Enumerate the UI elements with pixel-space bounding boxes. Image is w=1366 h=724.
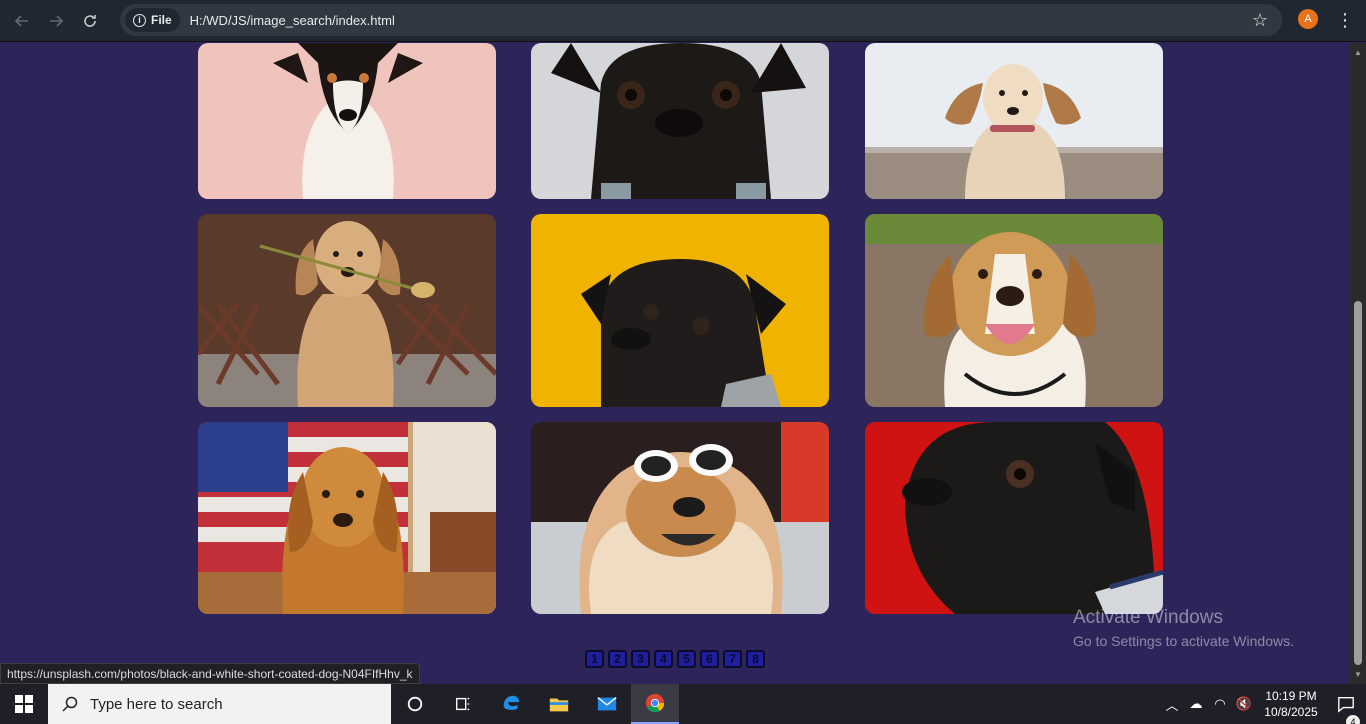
page-button-8[interactable]: 8: [746, 650, 765, 668]
dog-photo: [531, 43, 829, 199]
cortana-circle-icon: [407, 696, 423, 712]
clock-time: 10:19 PM: [1265, 689, 1317, 703]
profile-avatar[interactable]: A: [1298, 9, 1318, 29]
page-button-4[interactable]: 4: [654, 650, 673, 668]
mail-icon: [597, 697, 617, 711]
scroll-up-arrow-icon[interactable]: ▲: [1354, 48, 1362, 57]
reload-button[interactable]: [78, 9, 102, 33]
page-button-3[interactable]: 3: [631, 650, 650, 668]
windows-taskbar: Type here to search ︿ ☁ ◠ 🔇 10:19 PM 10/…: [0, 684, 1366, 724]
browser-toolbar: i File H:/WD/JS/image_search/index.html …: [0, 0, 1366, 42]
page-button-5[interactable]: 5: [677, 650, 696, 668]
activate-windows-watermark: Activate Windows Go to Settings to activ…: [1073, 607, 1294, 649]
info-icon: i: [133, 13, 146, 27]
page-content: 1 2 3 4 5 6 7 8 Activate Windows Go to S…: [0, 43, 1350, 684]
page-button-6[interactable]: 6: [700, 650, 719, 668]
taskbar-clock[interactable]: 10:19 PM 10/8/2025: [1256, 688, 1326, 720]
taskbar-mail[interactable]: [583, 684, 631, 724]
taskbar-file-explorer[interactable]: [535, 684, 583, 724]
folder-icon: [549, 698, 569, 712]
dog-photo: [865, 422, 1163, 614]
address-bar[interactable]: i File H:/WD/JS/image_search/index.html …: [120, 4, 1282, 36]
image-tile-pug-yellow[interactable]: [531, 214, 829, 407]
image-tile-pug-red[interactable]: [865, 422, 1163, 614]
taskbar-chrome[interactable]: [631, 684, 679, 724]
forward-button[interactable]: [44, 9, 68, 33]
dog-photo: [865, 43, 1163, 199]
image-tile-chow-sunglasses[interactable]: [531, 422, 829, 614]
reload-icon: [84, 14, 96, 27]
task-view-icon: [456, 697, 470, 711]
clock-date: 10/8/2025: [1264, 705, 1318, 719]
dog-photo: [198, 422, 496, 614]
dog-photo: [198, 214, 496, 407]
image-tile-golden-rose[interactable]: [198, 214, 496, 407]
url-text[interactable]: H:/WD/JS/image_search/index.html: [190, 13, 395, 28]
image-tile-spaniel-beach[interactable]: [865, 43, 1163, 199]
cortana-button[interactable]: [391, 684, 439, 724]
volume-muted-icon[interactable]: 🔇: [1232, 696, 1256, 712]
pagination: 1 2 3 4 5 6 7 8: [585, 650, 765, 668]
taskbar-edge[interactable]: [487, 684, 535, 724]
page-button-7[interactable]: 7: [723, 650, 742, 668]
arrow-left-icon: [14, 14, 28, 27]
action-center-button[interactable]: 4: [1326, 695, 1366, 724]
watermark-subtitle: Go to Settings to activate Windows.: [1073, 633, 1294, 649]
link-status-bar: https://unsplash.com/photos/black-and-wh…: [0, 663, 420, 684]
browser-menu-icon[interactable]: ⋮: [1336, 9, 1354, 31]
page-button-1[interactable]: 1: [585, 650, 604, 668]
notification-icon: [1338, 697, 1354, 713]
search-icon: [62, 696, 78, 712]
scroll-thumb[interactable]: [1354, 301, 1362, 665]
page-scrollbar[interactable]: ▲ ▼: [1350, 43, 1366, 684]
image-tile-golden-flag[interactable]: [198, 422, 496, 614]
back-button[interactable]: [10, 9, 34, 33]
image-tile-pug-grey[interactable]: [531, 43, 829, 199]
dog-photo: [865, 214, 1163, 407]
arrow-right-icon: [50, 14, 64, 27]
search-placeholder: Type here to search: [90, 695, 223, 713]
start-button[interactable]: [0, 684, 48, 724]
dog-photo: [531, 214, 829, 407]
edge-browser-icon: [503, 695, 520, 710]
windows-logo-icon: [15, 695, 33, 713]
dog-photo: [531, 422, 829, 614]
bookmark-star-icon[interactable]: ☆: [1252, 10, 1268, 31]
scroll-down-arrow-icon[interactable]: ▼: [1354, 670, 1362, 679]
wifi-icon[interactable]: ◠: [1208, 696, 1232, 712]
image-tile-beagle[interactable]: [865, 214, 1163, 407]
system-tray: ︿ ☁ ◠ 🔇 10:19 PM 10/8/2025 4: [1160, 684, 1366, 724]
chrome-icon: [645, 693, 665, 713]
dog-photo: [198, 43, 496, 199]
task-view-button[interactable]: [439, 684, 487, 724]
notification-count-badge: 4: [1346, 715, 1360, 724]
onedrive-icon[interactable]: ☁: [1184, 696, 1208, 712]
image-tile-jack-russell[interactable]: [198, 43, 496, 199]
taskbar-search-box[interactable]: Type here to search: [48, 684, 391, 724]
site-chip-label: File: [151, 13, 172, 27]
site-info-chip[interactable]: i File: [125, 8, 180, 32]
page-button-2[interactable]: 2: [608, 650, 627, 668]
watermark-title: Activate Windows: [1073, 607, 1223, 628]
chevron-up-icon[interactable]: ︿: [1160, 695, 1184, 714]
